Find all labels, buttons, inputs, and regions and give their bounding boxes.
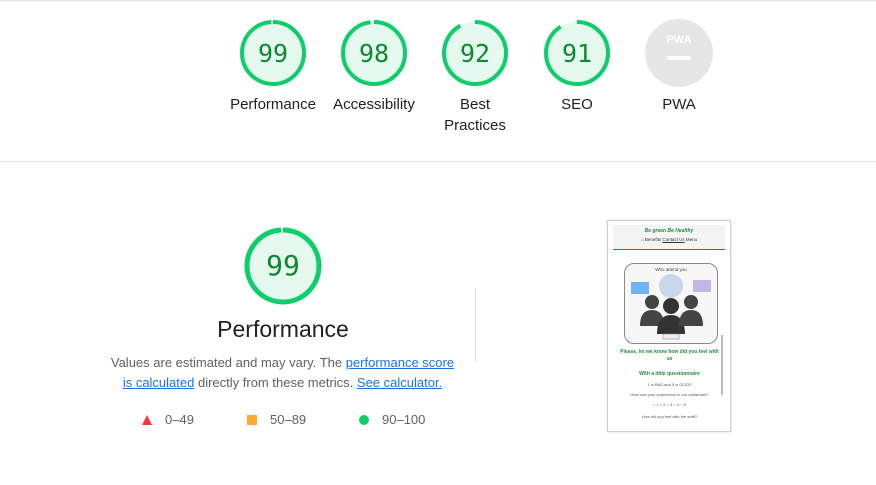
- screenshot-cut-title: [613, 250, 725, 255]
- gauge-label: Performance: [230, 96, 316, 113]
- screenshot-nav-item: Contact Us: [662, 237, 685, 242]
- gauge-seo-ring: 91: [544, 20, 610, 86]
- screenshot-small-text: ○ 1 ○ 2 ○ 3 ○ 4 ○ 5: [652, 402, 687, 407]
- gauge-performance[interactable]: 99 Performance: [223, 18, 323, 115]
- screenshot-nav: ⌂ Benefits Contact Us Menu: [613, 237, 725, 242]
- gauge-best-practices-ring: 92: [442, 20, 508, 86]
- gauge-score: 91: [562, 39, 592, 68]
- circle-icon: [359, 414, 369, 425]
- desc-text: Values are estimated and may vary. The: [110, 355, 346, 370]
- legend-label: 0–49: [165, 412, 194, 427]
- gauge-label: Accessibility: [333, 96, 415, 113]
- home-icon: ⌂: [640, 237, 644, 242]
- gauge-pwa[interactable]: PWA PWA: [629, 18, 729, 115]
- screenshot-text: Please, let we know how did you feel wit…: [620, 349, 719, 362]
- screenshot-text: With a little questionnaire: [639, 371, 700, 377]
- legend-label: 50–89: [270, 412, 307, 427]
- screenshot-small-text: How was your experience in our restauran…: [630, 392, 709, 397]
- desc-text: directly from these metrics.: [194, 375, 357, 390]
- vertical-separator: [475, 288, 476, 362]
- gauge-seo[interactable]: 91 SEO: [527, 18, 627, 115]
- pwa-badge-icon: PWA: [645, 19, 713, 87]
- screenshot-small-text: How did you feel with the staff?: [641, 414, 698, 419]
- screenshot-nav-item: Benefits: [644, 237, 662, 242]
- performance-title: Performance: [217, 316, 349, 342]
- legend-label: 90–100: [382, 412, 426, 427]
- performance-gauge-large: 99: [244, 227, 322, 305]
- pwa-dash-icon: [667, 56, 691, 60]
- pwa-badge-bg: [645, 19, 713, 87]
- gauge-score: 99: [258, 39, 288, 68]
- see-calculator-link[interactable]: See calculator.: [357, 375, 442, 390]
- gauge-label: PWA: [662, 96, 696, 113]
- pwa-badge-text: PWA: [666, 34, 691, 46]
- screenshot-nav-item: Menu: [685, 237, 698, 242]
- screenshot-image-box: Who attend you: [624, 263, 718, 344]
- gauge-performance-ring: 99: [240, 20, 306, 86]
- screenshot-header: Be green Be Healthy ⌂ Benefits Contact U…: [613, 225, 725, 249]
- gauge-label: SEO: [561, 96, 593, 113]
- square-icon: [247, 414, 257, 425]
- gauge-score: 92: [460, 39, 490, 68]
- legend-fail: 0–49: [141, 412, 194, 427]
- gauge-accessibility[interactable]: 98 Accessibility: [324, 18, 424, 115]
- legend-pass: 90–100: [358, 412, 425, 427]
- gauge-accessibility-ring: 98: [341, 20, 407, 86]
- gauge-score: 98: [359, 39, 389, 68]
- screenshot-scrollbar: [721, 335, 723, 395]
- gauge-best-practices[interactable]: 92 Best Practices: [425, 18, 525, 136]
- gauge-label: Best Practices: [444, 96, 506, 134]
- category-gauges: 99 Performance 98 Accessibility 92 Best …: [0, 0, 876, 161]
- screenshot-small-text: 1 is BAD and 5 is GOOD: [647, 382, 692, 387]
- screenshot-brand: Be green Be Healthy: [644, 228, 694, 234]
- section-divider: [0, 161, 876, 162]
- performance-description: Values are estimated and may vary. The p…: [110, 353, 455, 393]
- performance-score: 99: [266, 249, 300, 282]
- people-icon: [631, 274, 711, 340]
- legend-average: 50–89: [246, 412, 306, 427]
- final-screenshot-thumbnail[interactable]: Be green Be Healthy ⌂ Benefits Contact U…: [607, 220, 731, 432]
- screenshot-page: Be green Be Healthy ⌂ Benefits Contact U…: [613, 225, 725, 429]
- triangle-icon: [142, 414, 152, 425]
